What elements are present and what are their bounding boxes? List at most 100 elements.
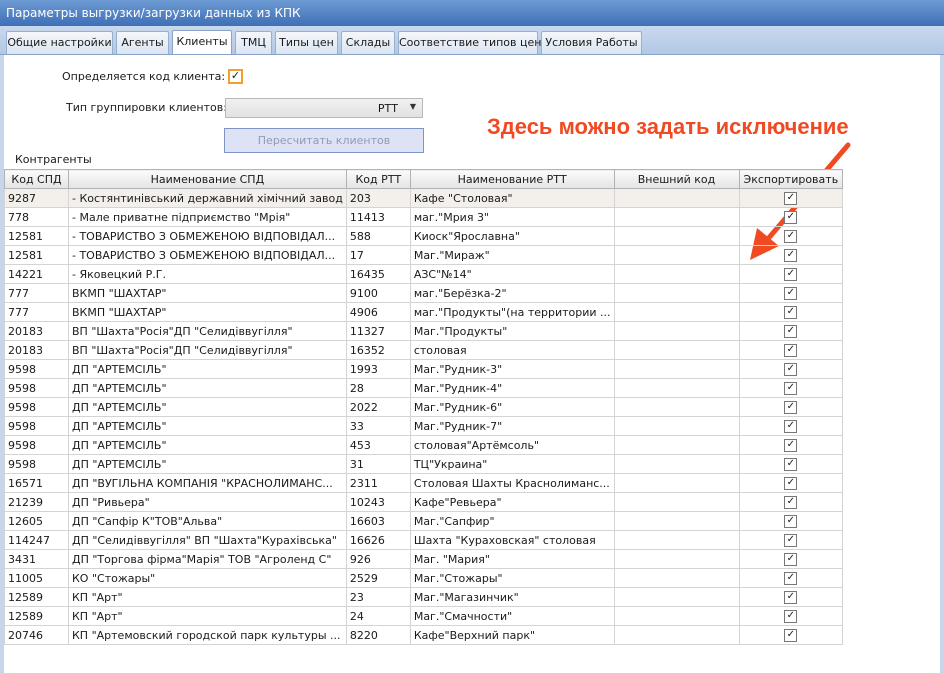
cell-rtt-name[interactable]: Кафе"Верхний парк" [409, 625, 615, 645]
cell-spd-name[interactable]: ДП "Сапфір К"ТОВ"Альва" [68, 511, 347, 531]
export-checkbox[interactable]: ✓ [784, 229, 798, 243]
cell-rtt-name[interactable]: столовая"Артёмсоль" [409, 435, 615, 455]
cell-rtt-code[interactable]: 453 [345, 435, 411, 455]
cell-rtt-code[interactable]: 16626 [345, 530, 411, 550]
cell-rtt-code[interactable]: 2022 [345, 397, 411, 417]
cell-rtt-code[interactable]: 2311 [345, 473, 411, 493]
client-code-checkbox[interactable]: ✓ [228, 69, 243, 84]
cell-spd-code[interactable]: 21239 [4, 492, 69, 512]
export-checkbox[interactable]: ✓ [784, 590, 798, 604]
cell-rtt-name[interactable]: Маг."Рудник-3" [409, 359, 615, 379]
cell-rtt-name[interactable]: Столовая Шахты Краснолиманс... [409, 473, 615, 493]
export-checkbox[interactable]: ✓ [784, 362, 798, 376]
cell-rtt-name[interactable]: Шахта "Кураховская" столовая [409, 530, 615, 550]
cell-spd-name[interactable]: ВКМП "ШАХТАР" [68, 283, 347, 303]
export-checkbox[interactable]: ✓ [784, 438, 798, 452]
tab-warehouses[interactable]: Склады [341, 31, 395, 54]
cell-spd-name[interactable]: ДП "АРТЕМСІЛЬ" [68, 454, 347, 474]
cell-spd-name[interactable]: ДП "АРТЕМСІЛЬ" [68, 397, 347, 417]
tab-price-type-mapping[interactable]: Соответствие типов цен [398, 31, 541, 54]
cell-rtt-code[interactable]: 16435 [345, 264, 411, 284]
table-row[interactable]: 9598 ДП "АРТЕМСІЛЬ" 33 Маг."Рудник-7" ✓ [4, 416, 844, 436]
cell-rtt-code[interactable]: 10243 [345, 492, 411, 512]
cell-spd-name[interactable]: КП "Артемовский городской парк культуры … [68, 625, 347, 645]
cell-external-code[interactable] [613, 435, 740, 455]
cell-spd-name[interactable]: - Костянтинівський державний хімічний за… [68, 188, 347, 208]
cell-rtt-name[interactable]: Маг. "Мария" [409, 549, 615, 569]
cell-external-code[interactable] [613, 226, 740, 246]
cell-spd-code[interactable]: 9287 [4, 188, 69, 208]
cell-spd-code[interactable]: 114247 [4, 530, 69, 550]
cell-rtt-name[interactable]: Маг."Магазинчик" [409, 587, 615, 607]
cell-rtt-code[interactable]: 4906 [345, 302, 411, 322]
table-row[interactable]: 21239 ДП "Ривьера" 10243 Кафе"Ревьера" ✓ [4, 492, 844, 512]
cell-spd-name[interactable]: ДП "Селидіввугілля" ВП "Шахта"Курахівськ… [68, 530, 347, 550]
table-row[interactable]: 777 ВКМП "ШАХТАР" 4906 маг."Продукты"(на те… [4, 302, 844, 322]
cell-spd-name[interactable]: - Мале приватне підприємство "Мрія" [68, 207, 347, 227]
table-row[interactable]: 20183 ВП "Шахта"Росія"ДП "Селидіввугілля"… [4, 321, 844, 341]
cell-spd-code[interactable]: 9598 [4, 378, 69, 398]
cell-rtt-code[interactable]: 8220 [345, 625, 411, 645]
export-checkbox[interactable]: ✓ [784, 305, 798, 319]
cell-rtt-code[interactable]: 16603 [345, 511, 411, 531]
cell-spd-name[interactable]: ДП "АРТЕМСІЛЬ" [68, 359, 347, 379]
export-checkbox[interactable]: ✓ [784, 286, 798, 300]
cell-external-code[interactable] [613, 568, 740, 588]
cell-external-code[interactable] [613, 625, 740, 645]
cell-spd-code[interactable]: 9598 [4, 397, 69, 417]
cell-rtt-code[interactable]: 1993 [345, 359, 411, 379]
cell-rtt-name[interactable]: Маг."Рудник-4" [409, 378, 615, 398]
cell-rtt-code[interactable]: 926 [345, 549, 411, 569]
column-header-spd-name[interactable]: Наименование СПД [68, 169, 347, 189]
cell-external-code[interactable] [613, 207, 740, 227]
export-checkbox[interactable]: ✓ [784, 609, 798, 623]
tab-agents[interactable]: Агенты [116, 31, 169, 54]
cell-rtt-code[interactable]: 16352 [345, 340, 411, 360]
cell-external-code[interactable] [613, 264, 740, 284]
cell-external-code[interactable] [613, 397, 740, 417]
export-checkbox[interactable]: ✓ [784, 381, 798, 395]
tab-general-settings[interactable]: Общие настройки [6, 31, 113, 54]
export-checkbox[interactable]: ✓ [784, 476, 798, 490]
cell-external-code[interactable] [613, 416, 740, 436]
cell-spd-code[interactable]: 20183 [4, 340, 69, 360]
cell-rtt-code[interactable]: 23 [345, 587, 411, 607]
cell-spd-code[interactable]: 778 [4, 207, 69, 227]
cell-rtt-name[interactable]: ТЦ"Украина" [409, 454, 615, 474]
cell-external-code[interactable] [613, 492, 740, 512]
cell-spd-name[interactable]: ДП "АРТЕМСІЛЬ" [68, 378, 347, 398]
cell-rtt-code[interactable]: 203 [345, 188, 411, 208]
export-checkbox[interactable]: ✓ [784, 552, 798, 566]
tab-clients[interactable]: Клиенты [172, 30, 232, 54]
export-checkbox[interactable]: ✓ [784, 457, 798, 471]
cell-spd-name[interactable]: - Яковецкий Р.Г. [68, 264, 347, 284]
cell-rtt-code[interactable]: 2529 [345, 568, 411, 588]
cell-spd-name[interactable]: ВКМП "ШАХТАР" [68, 302, 347, 322]
cell-spd-name[interactable]: ДП "АРТЕМСІЛЬ" [68, 416, 347, 436]
cell-spd-code[interactable]: 12581 [4, 226, 69, 246]
export-checkbox[interactable]: ✓ [784, 343, 798, 357]
cell-rtt-name[interactable]: Маг."Стожары" [409, 568, 615, 588]
cell-spd-name[interactable]: ДП "Ривьера" [68, 492, 347, 512]
table-row[interactable]: 14221- Яковецкий Р.Г. 16435 АЗС"№14" ✓ [4, 264, 844, 284]
cell-spd-code[interactable]: 12581 [4, 245, 69, 265]
cell-spd-code[interactable]: 14221 [4, 264, 69, 284]
table-row[interactable]: 11005 КО "Стожары" 2529 Маг."Стожары" ✓ [4, 568, 844, 588]
grouping-select[interactable]: РТТ ▼ [225, 98, 423, 118]
cell-spd-name[interactable]: ВП "Шахта"Росія"ДП "Селидіввугілля" [68, 340, 347, 360]
table-row[interactable]: 12605 ДП "Сапфір К"ТОВ"Альва" 16603 Маг."Са… [4, 511, 844, 531]
cell-rtt-code[interactable]: 28 [345, 378, 411, 398]
cell-spd-code[interactable]: 9598 [4, 416, 69, 436]
cell-external-code[interactable] [613, 245, 740, 265]
table-row[interactable]: 12589 КП "Арт" 23 Маг."Магазинчик" ✓ [4, 587, 844, 607]
cell-spd-code[interactable]: 3431 [4, 549, 69, 569]
cell-rtt-name[interactable]: Киоск"Ярославна" [409, 226, 615, 246]
table-row[interactable]: 777 ВКМП "ШАХТАР" 9100 маг."Берёзка-2" ✓ [4, 283, 844, 303]
table-row[interactable]: 9598 ДП "АРТЕМСІЛЬ" 31 ТЦ"Украина" ✓ [4, 454, 844, 474]
table-row[interactable]: 9598 ДП "АРТЕМСІЛЬ" 1993 Маг."Рудник-3" ✓ [4, 359, 844, 379]
table-row[interactable]: 9598 ДП "АРТЕМСІЛЬ" 2022 Маг."Рудник-6" ✓ [4, 397, 844, 417]
table-row[interactable]: 12581- ТОВАРИСТВО З ОБМЕЖЕНОЮ ВІДПОВІДАЛ… [4, 245, 844, 265]
cell-external-code[interactable] [613, 378, 740, 398]
cell-spd-code[interactable]: 12589 [4, 587, 69, 607]
export-checkbox[interactable]: ✓ [784, 419, 798, 433]
